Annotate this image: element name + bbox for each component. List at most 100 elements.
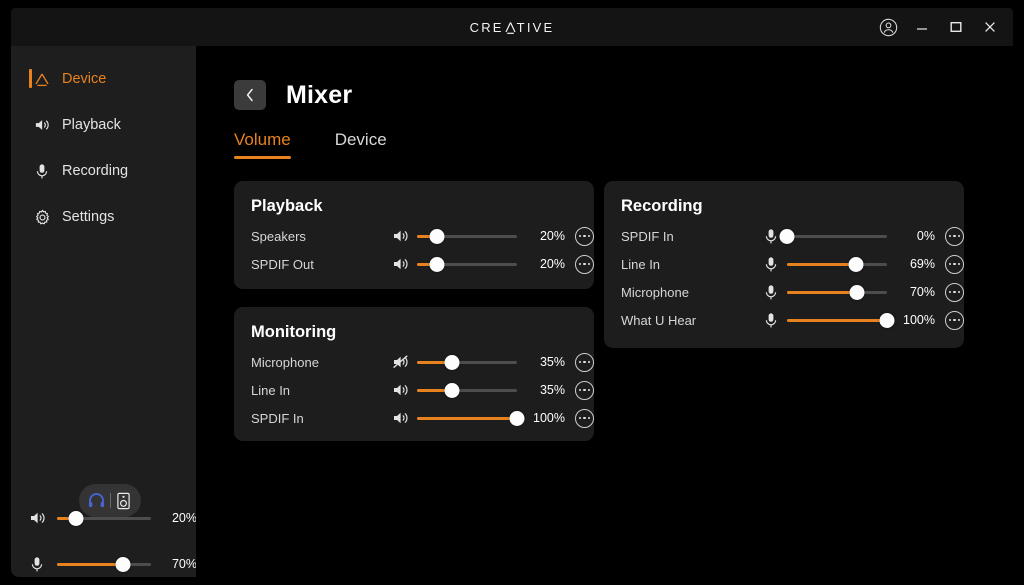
more-options-icon[interactable]: [575, 352, 594, 372]
sidebar-item-device[interactable]: Device: [11, 64, 196, 94]
channel-slider[interactable]: [779, 226, 888, 246]
slider-thumb[interactable]: [444, 354, 460, 370]
sidebar-volume-slider[interactable]: [57, 508, 151, 528]
main-content: Mixer Volume Device Playback Speakers 20…: [196, 46, 1013, 577]
channel-label: Line In: [621, 256, 661, 272]
slider-thumb[interactable]: [429, 256, 445, 272]
channel-slider[interactable]: [417, 380, 518, 400]
channel-value: 69%: [909, 257, 935, 271]
slider-thumb[interactable]: [68, 510, 84, 526]
channel-value: 20%: [539, 257, 565, 271]
more-options-icon[interactable]: [575, 408, 594, 428]
channel-label: Speakers: [251, 228, 306, 244]
tab-volume[interactable]: Volume: [234, 130, 291, 159]
channel-label: Microphone: [621, 284, 689, 300]
sidebar-item-settings[interactable]: Settings: [11, 202, 196, 232]
channel-value: 70%: [909, 285, 935, 299]
minimize-icon[interactable]: [907, 13, 937, 41]
slider-thumb[interactable]: [115, 556, 131, 572]
more-options-icon[interactable]: [945, 310, 964, 330]
channel-slider[interactable]: [787, 310, 895, 330]
speaker-icon: [29, 508, 51, 528]
slider-thumb[interactable]: [509, 410, 525, 426]
channel-slider[interactable]: [417, 352, 518, 372]
sidebar-item-label: Device: [62, 70, 107, 87]
sidebar-item-playback[interactable]: Playback: [11, 110, 196, 140]
slider-thumb[interactable]: [779, 228, 795, 244]
speaker-icon: [33, 116, 51, 134]
channel-row: Line In 69%: [604, 250, 964, 278]
channel-slider[interactable]: [417, 226, 518, 246]
sidebar-volume-value: 20%: [171, 511, 197, 525]
tab-bar: Volume Device: [196, 110, 1013, 159]
microphone-icon[interactable]: [761, 254, 781, 274]
window-controls: [873, 13, 1005, 41]
creative-triangle-icon: [33, 70, 51, 88]
speaker-icon[interactable]: [391, 380, 411, 400]
channel-label: What U Hear: [621, 312, 697, 328]
slider-thumb[interactable]: [444, 382, 460, 398]
slider-fill: [787, 318, 888, 322]
more-options-icon[interactable]: [945, 282, 964, 302]
slider-thumb[interactable]: [848, 256, 864, 272]
channel-label: SPDIF In: [621, 228, 674, 244]
channel-label: Line In: [251, 382, 291, 398]
slider-fill: [417, 416, 518, 420]
slider-thumb[interactable]: [429, 228, 445, 244]
page-header: Mixer: [196, 46, 1013, 110]
channel-value: 100%: [903, 313, 935, 327]
channel-label: SPDIF Out: [251, 256, 314, 272]
maximize-icon[interactable]: [941, 13, 971, 41]
microphone-icon: [29, 554, 51, 574]
channel-slider[interactable]: [417, 254, 518, 274]
account-icon[interactable]: [873, 13, 903, 41]
channel-slider[interactable]: [417, 408, 525, 428]
title-bar: CRE TIVE: [11, 8, 1013, 46]
channel-label: Microphone: [251, 354, 319, 370]
channel-slider[interactable]: [787, 282, 888, 302]
slider-thumb[interactable]: [849, 284, 865, 300]
speaker-icon[interactable]: [391, 254, 411, 274]
sidebar-mic-slider-row: 70%: [29, 554, 197, 574]
more-options-icon[interactable]: [945, 254, 964, 274]
sidebar-item-recording[interactable]: Recording: [11, 156, 196, 186]
slider-fill: [787, 290, 858, 294]
panel-recording: Recording SPDIF In 0% Line In 69% Microp…: [604, 181, 964, 348]
close-icon[interactable]: [975, 13, 1005, 41]
speaker-icon[interactable]: [391, 226, 411, 246]
channel-value: 0%: [916, 229, 935, 243]
microphone-icon[interactable]: [761, 310, 781, 330]
panel-title: Recording: [621, 197, 703, 215]
more-options-icon[interactable]: [945, 226, 964, 246]
microphone-icon[interactable]: [761, 282, 781, 302]
channel-value: 35%: [539, 383, 565, 397]
panel-monitoring: Monitoring Microphone 35% Line In 35% SP…: [234, 307, 594, 441]
microphone-icon[interactable]: [761, 226, 781, 246]
sidebar-mic-slider[interactable]: [57, 554, 151, 574]
channel-row: Microphone: [604, 278, 964, 306]
panel-title: Monitoring: [251, 323, 337, 341]
channel-row: Microphone: [234, 348, 594, 376]
slider-thumb[interactable]: [879, 312, 895, 328]
channel-row: SPDIF In 100%: [234, 404, 594, 432]
sidebar-nav: Device Playback Recording Settings: [11, 46, 196, 232]
sidebar-item-label: Settings: [62, 208, 115, 225]
page-title: Mixer: [286, 80, 353, 109]
speaker-icon[interactable]: [391, 408, 411, 428]
app-window: CRE TIVE Device Playback Recording Setti…: [0, 0, 1024, 585]
channel-row: What U Hear 100%: [604, 306, 964, 334]
panel-playback: Playback Speakers 20% SPDIF Out 20%: [234, 181, 594, 289]
more-options-icon[interactable]: [575, 380, 594, 400]
tab-device[interactable]: Device: [335, 130, 387, 159]
channel-slider[interactable]: [787, 254, 888, 274]
sidebar-volume-slider-row: 20%: [29, 508, 197, 528]
logo-text-left: CRE: [469, 19, 504, 35]
more-options-icon[interactable]: [575, 254, 594, 274]
back-button[interactable]: [234, 80, 266, 110]
sidebar-item-label: Playback: [62, 116, 121, 133]
creative-logo: CRE TIVE: [11, 20, 1013, 35]
gear-icon: [33, 208, 51, 226]
more-options-icon[interactable]: [575, 226, 594, 246]
sidebar-mic-value: 70%: [171, 557, 197, 571]
speaker-muted-icon[interactable]: [391, 352, 411, 372]
